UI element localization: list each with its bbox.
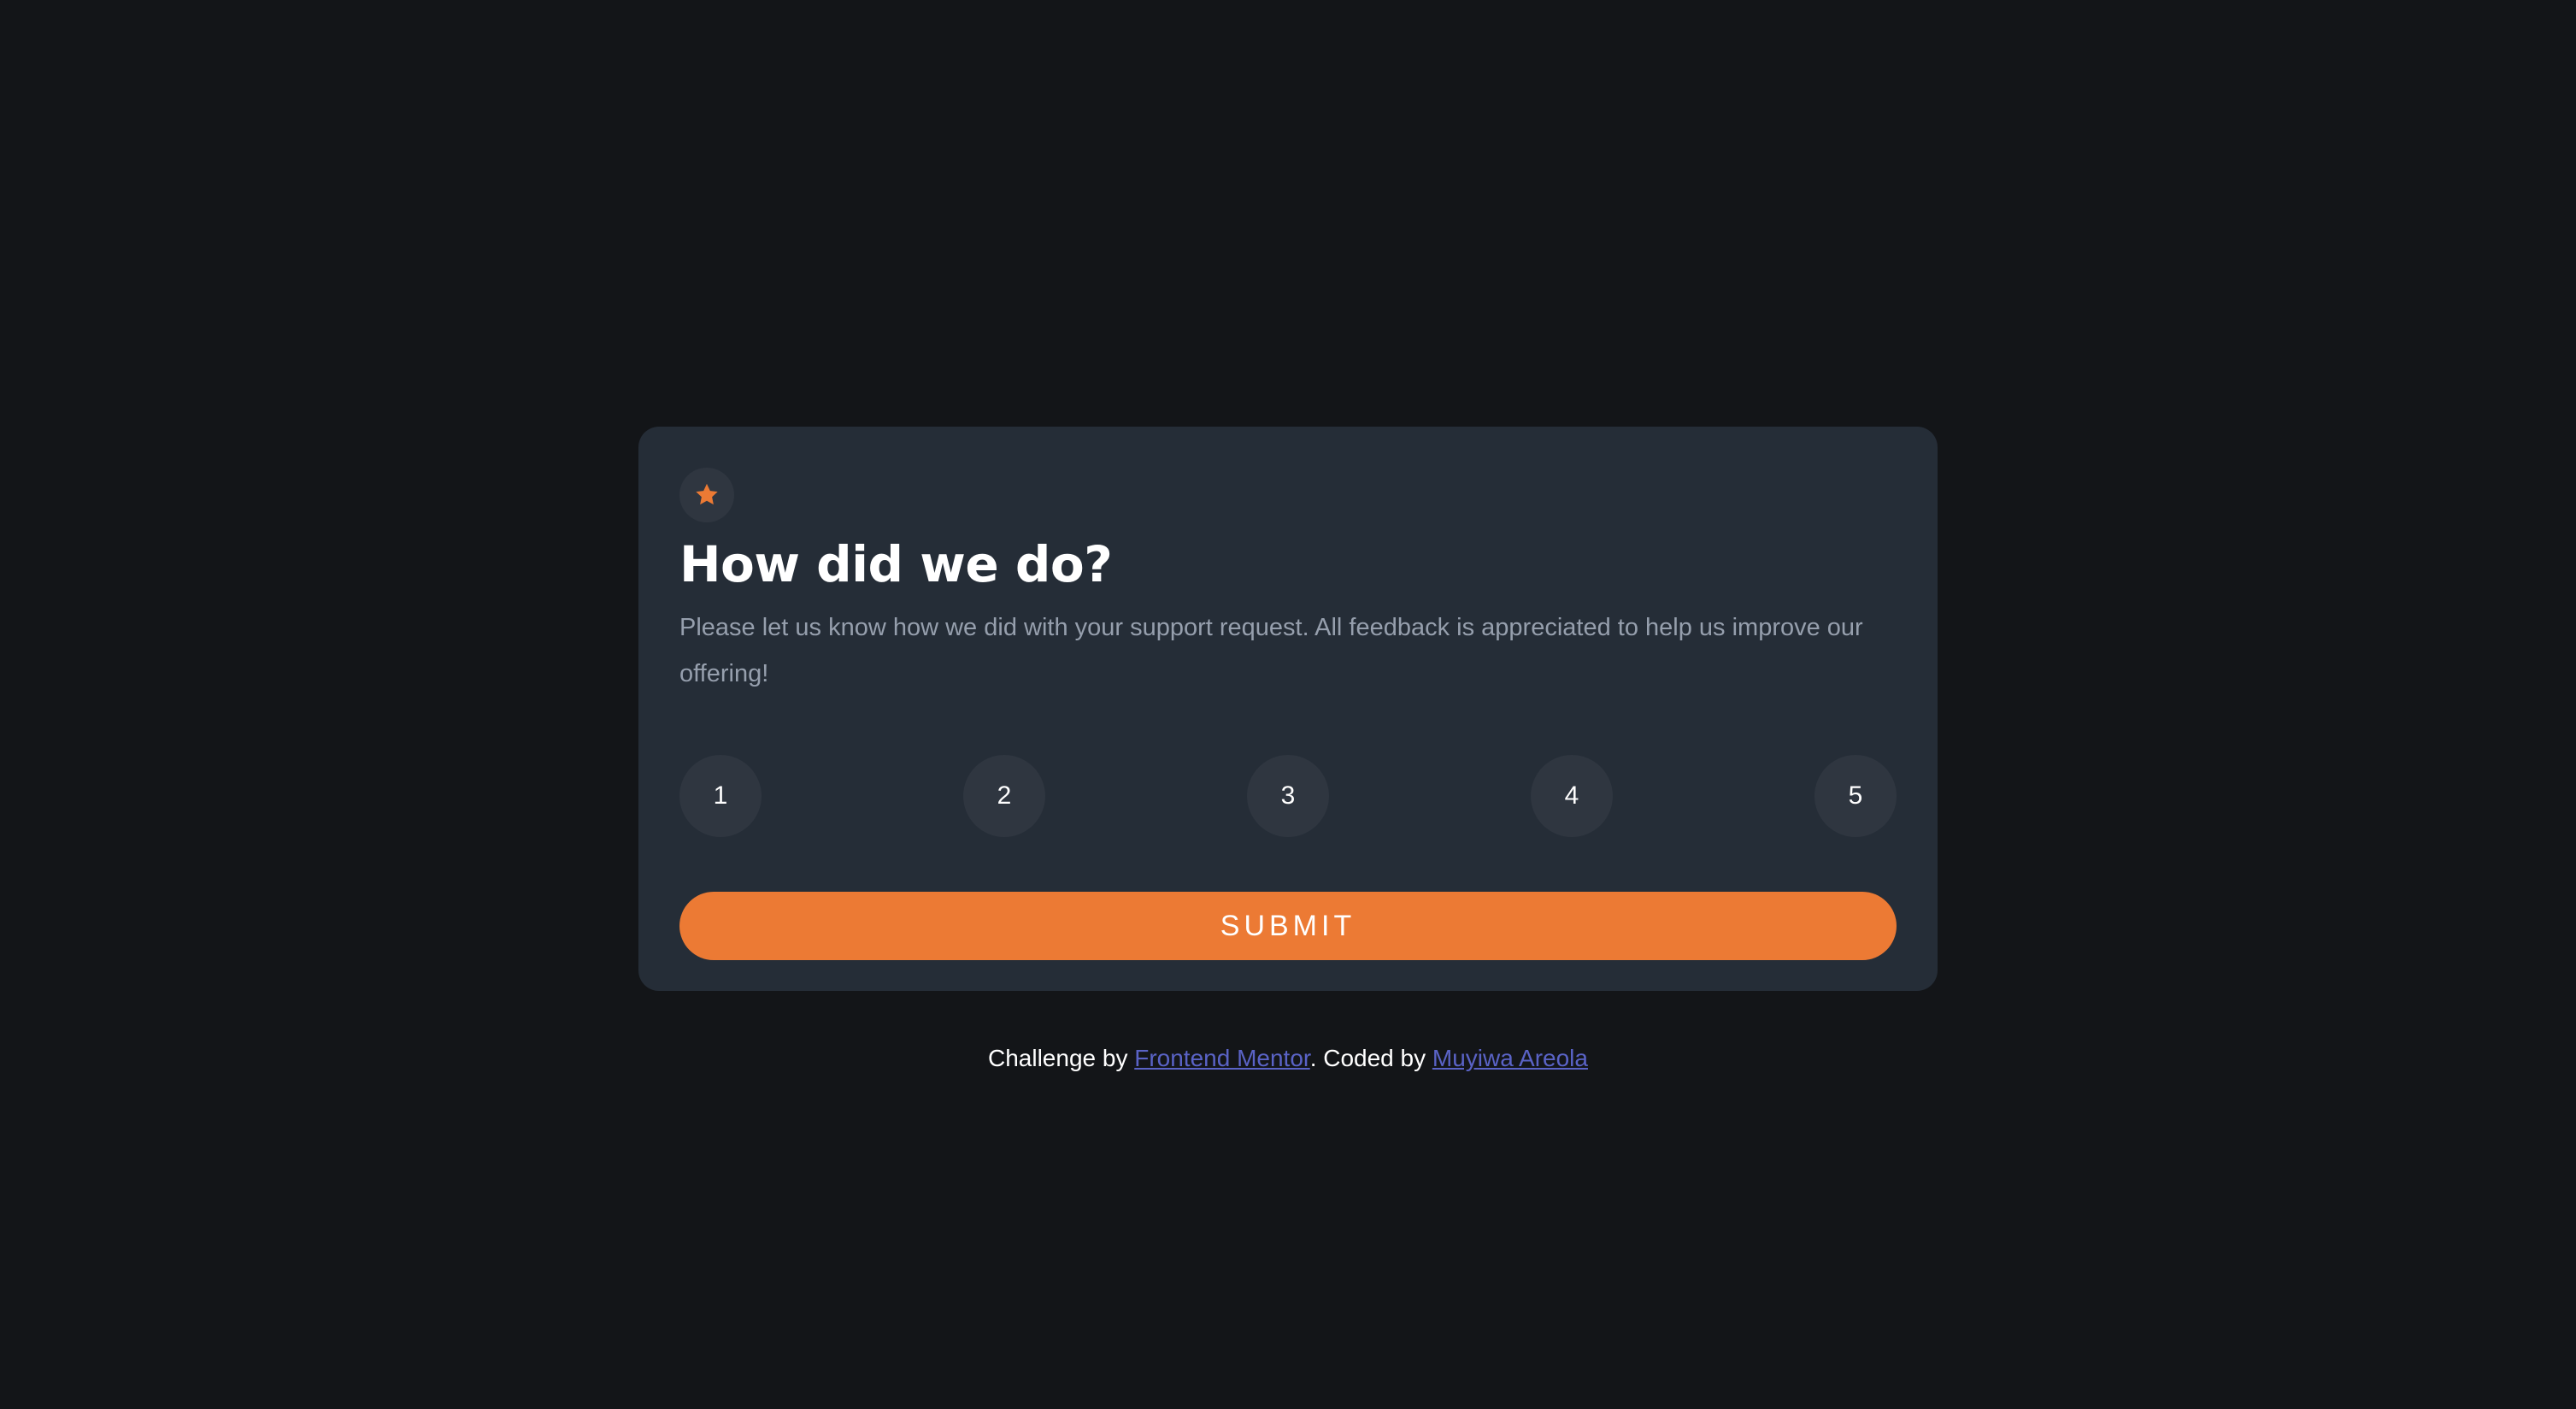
attribution-prefix: Challenge by xyxy=(988,1045,1135,1071)
attribution-middle: . Coded by xyxy=(1309,1045,1432,1071)
rating-1-button[interactable]: 1 xyxy=(679,755,762,837)
card-description: Please let us know how we did with your … xyxy=(679,614,1863,687)
card-title: How did we do? xyxy=(679,535,1113,593)
star-badge xyxy=(679,468,734,522)
rating-card: How did we do? Please let us know how we… xyxy=(638,427,1938,991)
star-icon xyxy=(696,483,718,505)
submit-button[interactable]: SUBMIT xyxy=(679,892,1897,960)
frontend-mentor-link[interactable]: Frontend Mentor xyxy=(1134,1045,1309,1071)
rating-5-button[interactable]: 5 xyxy=(1814,755,1897,837)
rating-2-button[interactable]: 2 xyxy=(963,755,1045,837)
rating-3-button[interactable]: 3 xyxy=(1247,755,1329,837)
attribution: Challenge by Frontend Mentor. Coded by M… xyxy=(0,1041,2576,1076)
rating-4-button[interactable]: 4 xyxy=(1531,755,1613,837)
author-link[interactable]: Muyiwa Areola xyxy=(1432,1045,1588,1071)
rating-options: 1 2 3 4 5 xyxy=(679,755,1897,837)
